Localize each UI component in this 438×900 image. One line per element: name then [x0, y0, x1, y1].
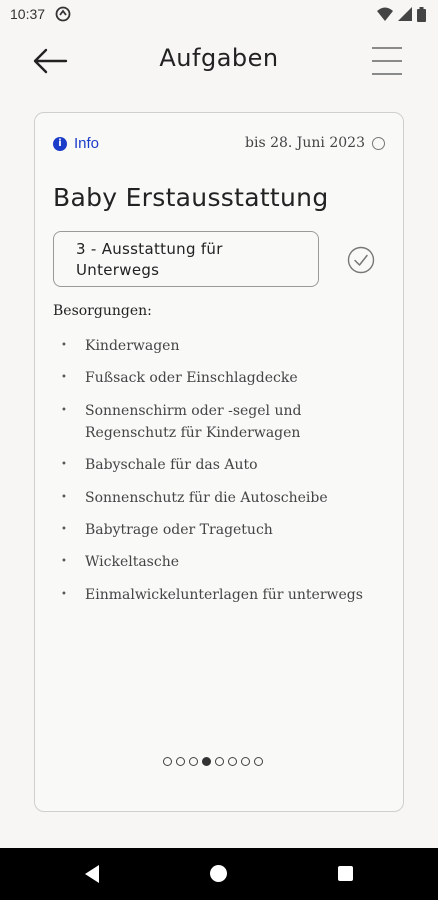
app-bar: Aufgaben [0, 28, 438, 94]
card-title: Baby Erstausstattung [53, 183, 329, 212]
status-time: 10:37 [10, 6, 46, 22]
pager-dot[interactable] [228, 757, 237, 766]
due-date: bis 28. Juni 2023 [245, 135, 385, 151]
list-item: Babytrage oder Tragetuch [61, 519, 391, 541]
pager-dot[interactable] [189, 757, 198, 766]
info-icon: i [53, 136, 67, 151]
list-item: Fußsack oder Einschlagdecke [61, 367, 391, 389]
pager-dot[interactable] [215, 757, 224, 766]
pager-dot[interactable] [241, 757, 250, 766]
list-item: Sonnenschirm oder -segel und Regenschutz… [61, 400, 391, 444]
pager-dot[interactable] [163, 757, 172, 766]
category-line-2: Unterwegs [76, 261, 160, 279]
nav-home-icon[interactable] [210, 865, 227, 882]
pager-dot-active[interactable] [202, 757, 211, 766]
page-indicator [163, 757, 263, 766]
list-item: Babyschale für das Auto [61, 454, 391, 476]
checkmark-circle-icon[interactable] [347, 246, 375, 274]
due-date-text: bis 28. Juni 2023 [245, 135, 365, 151]
section-label: Besorgungen: [53, 303, 152, 319]
list-item: Kinderwagen [61, 335, 391, 357]
app-notification-icon [55, 6, 71, 22]
shopping-list: Kinderwagen Fußsack oder Einschlagdecke … [61, 335, 391, 616]
hamburger-menu-icon[interactable] [370, 44, 404, 78]
category-line-1: 3 - Ausstattung für [76, 240, 223, 258]
pager-dot[interactable] [176, 757, 185, 766]
list-item: Wickeltasche [61, 551, 391, 573]
nav-recents-icon[interactable] [338, 866, 353, 881]
wifi-icon [377, 7, 393, 21]
signal-icon [398, 7, 412, 21]
battery-icon [417, 6, 426, 22]
task-card: i Info bis 28. Juni 2023 Baby Erstaussta… [34, 112, 404, 812]
status-bar: 10:37 [0, 0, 438, 28]
system-nav-bar [0, 848, 438, 900]
list-item: Einmalwickelunterlagen für unterwegs [61, 584, 391, 606]
due-status-circle-icon[interactable] [372, 136, 385, 150]
info-link[interactable]: i Info [53, 135, 99, 152]
info-label: Info [74, 135, 100, 152]
nav-back-icon[interactable] [83, 864, 101, 884]
pager-dot[interactable] [254, 757, 263, 766]
category-box: 3 - Ausstattung für Unterwegs [53, 231, 319, 287]
list-item: Sonnenschutz für die Autoscheibe [61, 487, 391, 509]
